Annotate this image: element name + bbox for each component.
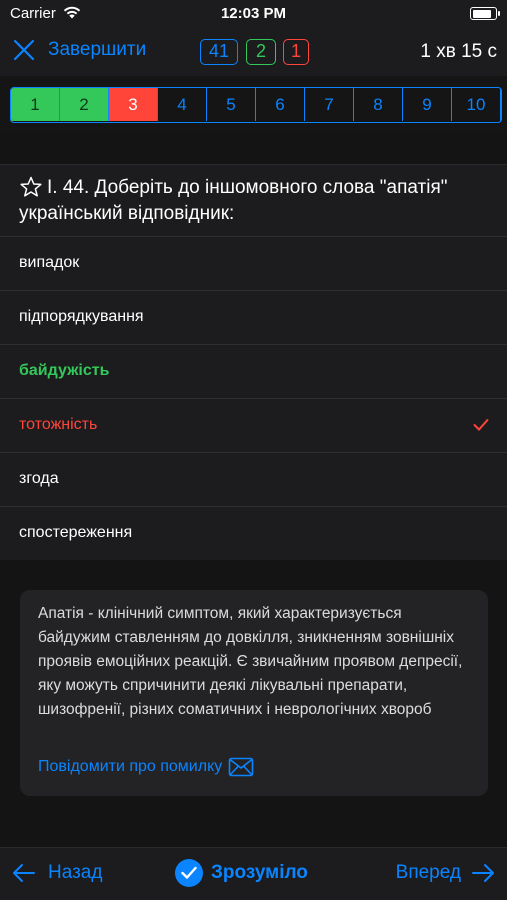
- answer-option[interactable]: спостереження: [0, 506, 507, 560]
- nav-bar: Завершити 41 2 1 1 хв 15 с: [0, 30, 507, 76]
- question-text: І. 44. Доберіть до іншомовного слова "ап…: [19, 177, 448, 224]
- checkmark-icon: [473, 419, 489, 431]
- checkmark-circle-icon: [175, 859, 203, 887]
- arrow-right-icon: [472, 864, 494, 882]
- question-block: І. 44. Доберіть до іншомовного слова "ап…: [0, 164, 507, 236]
- explanation-card: Апатія - клінічний симптом, який характе…: [20, 590, 488, 796]
- answer-label: підпорядкування: [19, 308, 144, 325]
- question-strip: 1 2 3 4 5 6 7 8 9 10: [0, 76, 507, 132]
- bottom-toolbar: Назад Зрозуміло Вперед: [0, 847, 507, 900]
- question-number-10[interactable]: 10: [452, 88, 501, 121]
- understood-label: Зрозуміло: [211, 862, 308, 883]
- answer-option[interactable]: згода: [0, 452, 507, 506]
- answer-option[interactable]: тотожність: [0, 398, 507, 452]
- close-icon: [13, 39, 35, 61]
- answer-label: випадок: [19, 254, 80, 271]
- question-number-4[interactable]: 4: [158, 88, 207, 121]
- answer-option[interactable]: байдужість: [0, 344, 507, 398]
- timer: 1 хв 15 с: [420, 41, 497, 62]
- question-number-3[interactable]: 3: [109, 88, 158, 121]
- question-number-5[interactable]: 5: [207, 88, 256, 121]
- wrong-count-badge: 1: [283, 39, 309, 65]
- finish-label: Завершити: [48, 39, 147, 60]
- envelope-icon: [228, 757, 254, 777]
- status-bar: Carrier 12:03 PM: [0, 0, 507, 30]
- arrow-left-icon: [13, 864, 35, 882]
- question-number-2[interactable]: 2: [60, 88, 109, 121]
- finish-button[interactable]: Завершити: [12, 38, 146, 62]
- answer-label: байдужість: [19, 362, 110, 379]
- forward-button[interactable]: Вперед: [396, 862, 495, 884]
- battery-icon: [470, 7, 500, 20]
- clock: 12:03 PM: [220, 5, 287, 22]
- question-number-1[interactable]: 1: [11, 88, 60, 121]
- question-number-6[interactable]: 6: [256, 88, 305, 121]
- question-number-7[interactable]: 7: [305, 88, 354, 121]
- explanation-text: Апатія - клінічний симптом, який характе…: [38, 605, 463, 718]
- back-button[interactable]: Назад: [12, 862, 102, 884]
- section-gap: [0, 132, 507, 164]
- total-questions-badge: 41: [200, 39, 238, 65]
- answer-label: тотожність: [19, 416, 98, 433]
- correct-count-badge: 2: [246, 39, 276, 65]
- forward-label: Вперед: [395, 862, 461, 883]
- answer-option[interactable]: випадок: [0, 236, 507, 290]
- report-error-link[interactable]: Повідомити про помилку: [38, 757, 254, 777]
- report-error-label: Повідомити про помилку: [38, 758, 223, 775]
- answer-option[interactable]: підпорядкування: [0, 290, 507, 344]
- answer-label: спостереження: [19, 524, 133, 541]
- understood-button[interactable]: Зрозуміло: [175, 859, 308, 887]
- question-number-row: 1 2 3 4 5 6 7 8 9 10: [10, 87, 502, 123]
- answer-label: згода: [19, 470, 59, 487]
- answer-list: випадок підпорядкування байдужість тотожніс…: [0, 236, 507, 560]
- question-number-8[interactable]: 8: [354, 88, 403, 121]
- question-number-9[interactable]: 9: [403, 88, 452, 121]
- back-label: Назад: [48, 862, 103, 883]
